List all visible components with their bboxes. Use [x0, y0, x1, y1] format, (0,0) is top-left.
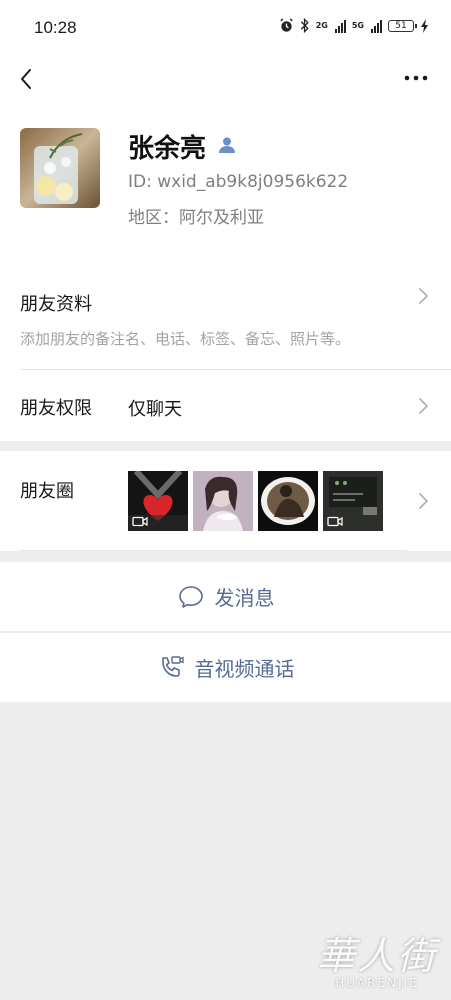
avatar[interactable]: [20, 128, 100, 208]
status-time: 10:28: [34, 18, 77, 37]
top-bar: [0, 56, 451, 102]
moments-thumbnail[interactable]: [128, 471, 188, 531]
status-bar: 10:28 2G 5G 51: [0, 0, 451, 56]
charging-icon: [421, 18, 428, 33]
watermark-logo: 華人街 HUARENJIE: [317, 925, 437, 990]
contact-name: 张余亮: [128, 134, 207, 164]
chat-bubble-icon: [178, 585, 203, 608]
video-camera-icon: [327, 516, 343, 527]
friend-info-hint: 添加朋友的备注名、电话、标签、备忘、照片等。: [20, 330, 351, 348]
signal-icon: [371, 19, 382, 33]
network-5g-label: 5G: [351, 21, 364, 30]
moments-row[interactable]: 朋友圈: [0, 451, 451, 551]
send-message-label: 发消息: [214, 586, 275, 610]
chevron-right-icon: [419, 288, 428, 304]
watermark-chinese: 華人街: [316, 934, 437, 978]
moments-thumbnail[interactable]: [323, 471, 383, 531]
moments-thumbnails: [128, 471, 383, 531]
video-camera-icon: [132, 516, 148, 527]
alarm-icon: [280, 18, 293, 32]
divider: [20, 550, 407, 551]
moments-thumbnail[interactable]: [258, 471, 318, 531]
video-call-button[interactable]: 音视频通话: [0, 633, 451, 702]
chevron-left-icon[interactable]: [14, 64, 40, 94]
chevron-right-icon: [419, 493, 428, 509]
network-2g-label: 2G: [315, 21, 328, 30]
wechat-id: ID: wxid_ab9k8j0956k622: [128, 172, 349, 192]
status-icons: 2G 5G 51: [279, 18, 429, 33]
battery-level: 51: [395, 20, 407, 31]
friend-info-title: 朋友资料: [20, 294, 92, 315]
video-call-label: 音视频通话: [194, 657, 295, 681]
phone-video-icon: [161, 655, 184, 677]
friend-info-row[interactable]: 朋友资料 添加朋友的备注名、电话、标签、备忘、照片等。: [0, 250, 451, 370]
bluetooth-icon: [300, 18, 309, 33]
friend-permission-row[interactable]: 朋友权限 仅聊天: [0, 370, 451, 441]
moments-title: 朋友圈: [20, 481, 74, 502]
region: 地区：阿尔及利亚: [128, 208, 264, 228]
moments-thumbnail[interactable]: [193, 471, 253, 531]
battery-icon: 51: [388, 19, 417, 32]
more-dots-icon[interactable]: [403, 68, 429, 88]
chevron-right-icon: [419, 398, 428, 414]
profile-header: 张余亮 ID: wxid_ab9k8j0956k622 地区：阿尔及利亚: [0, 102, 451, 250]
send-message-button[interactable]: 发消息: [0, 562, 451, 631]
watermark-english: HUARENJIE: [335, 976, 419, 990]
person-icon: [219, 137, 235, 153]
signal-icon: [334, 19, 346, 33]
friend-permission-value: 仅聊天: [128, 399, 182, 420]
friend-permission-title: 朋友权限: [20, 398, 92, 419]
